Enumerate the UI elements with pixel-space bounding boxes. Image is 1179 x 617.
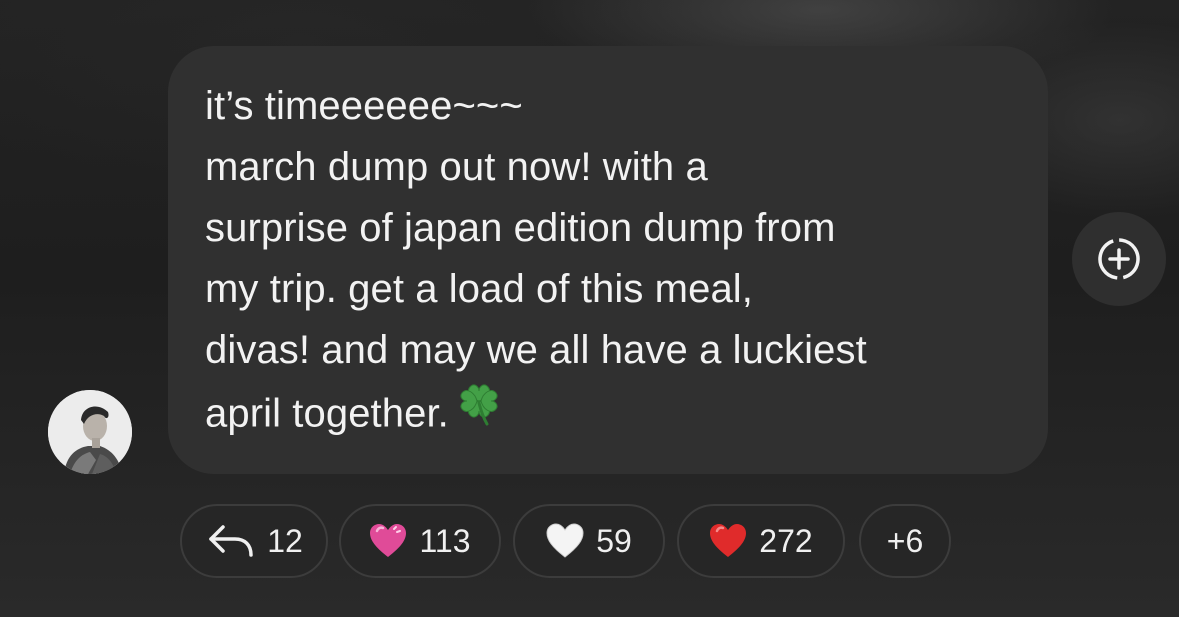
reaction-pink-heart[interactable]: 113 [339,504,501,578]
reaction-white-heart[interactable]: 59 [513,504,665,578]
message-line: divas! and may we all have a luckiest [205,328,867,372]
reply-arrow-icon [209,525,253,557]
add-reaction-button[interactable] [1072,212,1166,306]
red-heart-icon [710,524,747,557]
pink-heart-count: 113 [419,522,471,559]
white-heart-icon [546,523,584,558]
message-line: surprise of japan edition dump from [205,206,836,250]
message-last-line: april together. [205,381,1012,451]
avatar-photo [48,390,132,474]
reaction-red-heart[interactable]: 272 [677,504,845,578]
message-line: april together. [205,391,449,436]
pink-heart-icon [370,524,407,557]
message-line: my trip. get a load of this meal, [205,267,753,311]
message-bubble[interactable]: it’s timeeeeee~~~ march dump out now! wi… [168,46,1048,474]
clover-icon [453,377,505,447]
add-reaction-icon [1098,238,1140,280]
avatar[interactable] [48,390,132,474]
reply-count: 12 [267,522,303,559]
red-heart-count: 272 [759,522,813,559]
message-line: march dump out now! with a [205,145,708,189]
message-line: it’s timeeeeee~~~ [205,84,523,128]
more-reactions-count: +6 [886,522,924,559]
chat-view: it’s timeeeeee~~~ march dump out now! wi… [0,0,1179,617]
white-heart-count: 59 [596,522,632,559]
reply-count-button[interactable]: 12 [180,504,328,578]
more-reactions-button[interactable]: +6 [859,504,951,578]
